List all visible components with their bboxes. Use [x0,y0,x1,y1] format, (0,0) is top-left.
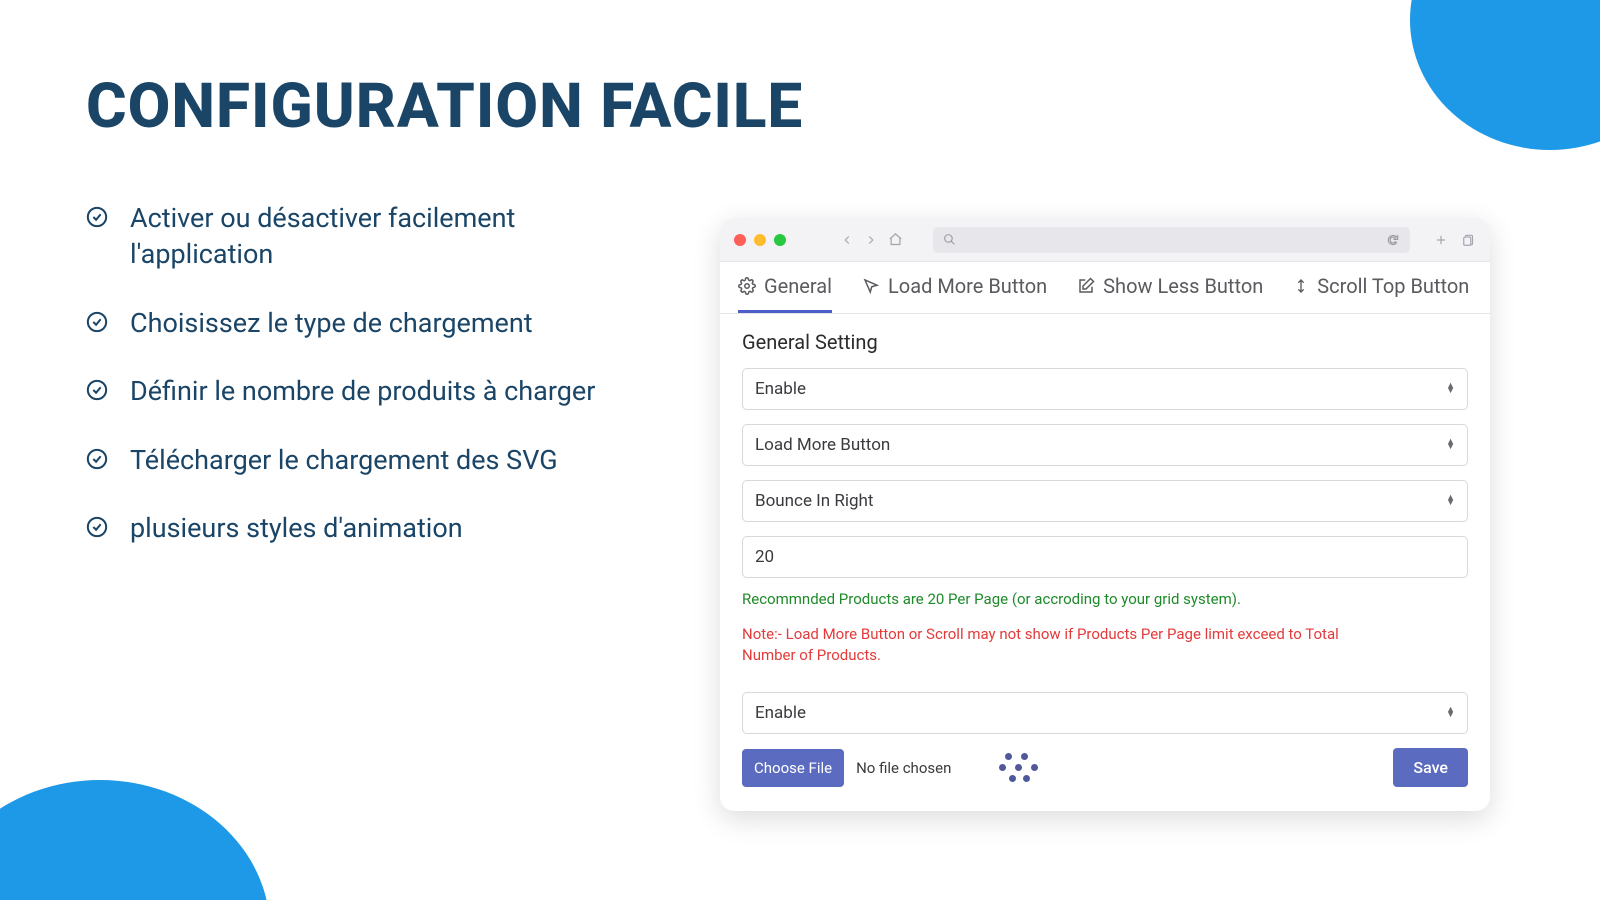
save-button[interactable]: Save [1393,748,1468,787]
forward-icon[interactable] [864,233,878,247]
tab-label: General [764,274,832,298]
chevron-updown-icon: ▲▼ [1446,384,1455,394]
chevron-updown-icon: ▲▼ [1446,496,1455,506]
select-value: Enable [755,379,806,399]
select-value: Bounce In Right [755,491,874,511]
check-circle-icon [86,206,108,228]
edit-icon [1077,277,1095,295]
browser-window: General Load More Button Show Less Butto… [720,218,1490,811]
tab-general[interactable]: General [738,262,832,313]
search-icon [943,233,956,246]
enable-select[interactable]: Enable ▲▼ [742,368,1468,410]
feature-list: Activer ou désactiver facilement l'appli… [86,200,626,579]
decorative-blob-bottom [0,780,270,900]
tab-label: Show Less Button [1103,274,1263,298]
list-item-text: Activer ou désactiver facilement l'appli… [130,200,626,273]
select-value: Enable [755,703,806,723]
input-value: 20 [755,547,774,567]
list-item: Choisissez le type de chargement [86,305,626,341]
tab-show-less[interactable]: Show Less Button [1077,262,1263,313]
tabs-icon[interactable] [1462,233,1476,247]
list-item-text: Télécharger le chargement des SVG [130,442,558,478]
load-type-select[interactable]: Load More Button ▲▼ [742,424,1468,466]
no-file-label: No file chosen [856,759,951,777]
check-circle-icon [86,379,108,401]
check-circle-icon [86,448,108,470]
new-tab-icon[interactable] [1434,233,1448,247]
tab-label: Load More Button [888,274,1047,298]
list-item-text: Définir le nombre de produits à charger [130,373,595,409]
choose-file-button[interactable]: Choose File [742,749,844,787]
refresh-icon[interactable] [1386,233,1400,247]
page-title: CONFIGURATION FACILE [86,70,803,143]
back-icon[interactable] [840,233,854,247]
general-panel: General Setting Enable ▲▼ Load More Butt… [720,314,1490,807]
list-item-text: Choisissez le type de chargement [130,305,533,341]
select-value: Load More Button [755,435,890,455]
recommend-text: Recommnded Products are 20 Per Page (or … [742,590,1468,608]
address-bar[interactable] [933,227,1410,253]
browser-chrome [720,218,1490,262]
tab-label: Scroll Top Button [1317,274,1469,298]
per-page-input[interactable]: 20 [742,536,1468,578]
warning-text: Note:- Load More Button or Scroll may no… [742,624,1362,666]
loading-dots-icon [999,753,1039,783]
list-item: Définir le nombre de produits à charger [86,373,626,409]
animation-select[interactable]: Bounce In Right ▲▼ [742,480,1468,522]
check-circle-icon [86,311,108,333]
scroll-icon [1293,277,1309,295]
enable-select-2[interactable]: Enable ▲▼ [742,692,1468,734]
gear-icon [738,277,756,295]
minimize-dot-icon[interactable] [754,234,766,246]
list-item-text: plusieurs styles d'animation [130,510,463,546]
chevron-updown-icon: ▲▼ [1446,708,1455,718]
home-icon[interactable] [888,232,903,247]
cursor-icon [862,277,880,295]
list-item: Télécharger le chargement des SVG [86,442,626,478]
list-item: plusieurs styles d'animation [86,510,626,546]
check-circle-icon [86,516,108,538]
window-controls [734,234,786,246]
maximize-dot-icon[interactable] [774,234,786,246]
list-item: Activer ou désactiver facilement l'appli… [86,200,626,273]
chevron-updown-icon: ▲▼ [1446,440,1455,450]
decorative-blob-top [1410,0,1600,150]
panel-heading: General Setting [742,330,1468,354]
tab-load-more[interactable]: Load More Button [862,262,1047,313]
close-dot-icon[interactable] [734,234,746,246]
tab-scroll-top[interactable]: Scroll Top Button [1293,262,1469,313]
settings-tabs: General Load More Button Show Less Butto… [720,262,1490,314]
